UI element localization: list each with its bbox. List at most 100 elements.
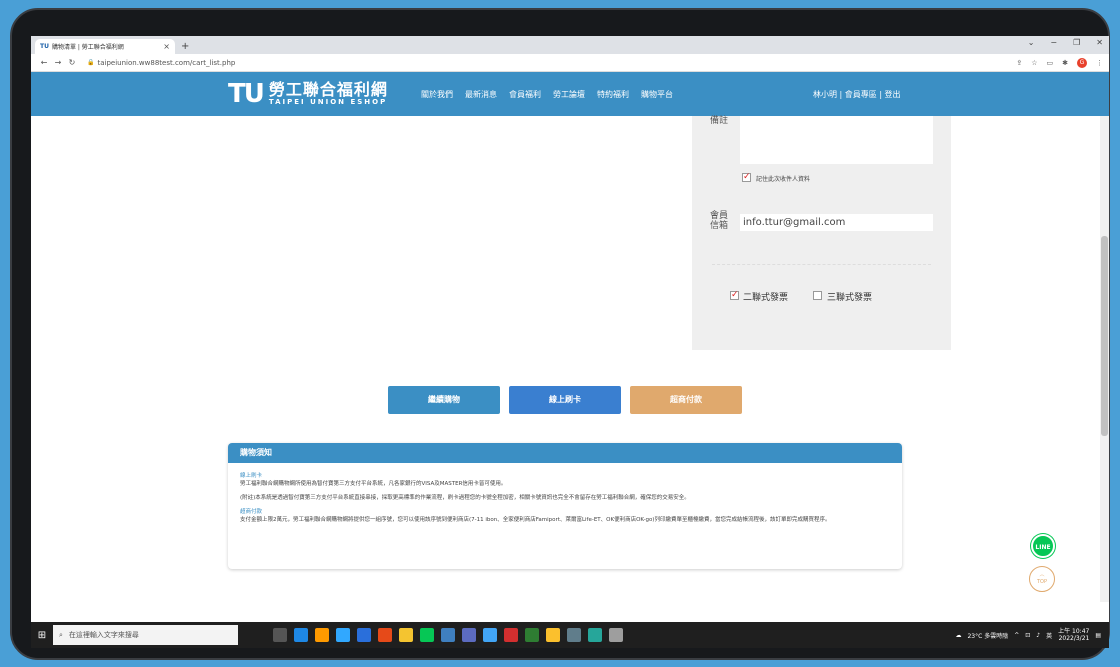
logo-mark: TU bbox=[228, 79, 265, 109]
store-payment-button[interactable]: 超商付款 bbox=[630, 386, 742, 414]
back-icon[interactable]: ← bbox=[37, 58, 51, 67]
clock-date: 2022/3/21 bbox=[1058, 635, 1090, 642]
window-controls: ⌄ − ❐ ✕ bbox=[1028, 38, 1103, 47]
email-label: 會員信箱 bbox=[710, 211, 729, 231]
restore-icon[interactable]: ❐ bbox=[1073, 38, 1080, 47]
calculator-icon[interactable] bbox=[567, 628, 581, 642]
remark-label: 備註 bbox=[710, 116, 729, 126]
close-window-icon[interactable]: ✕ bbox=[1096, 38, 1103, 47]
line-app-icon[interactable] bbox=[420, 628, 434, 642]
nav-forum[interactable]: 勞工論壇 bbox=[553, 89, 585, 100]
page-content: 備註 ✓ 記住此次收件人資料 會員信箱 info.ttur@gmail.com … bbox=[31, 116, 1109, 602]
checkout-form-panel: 備註 ✓ 記住此次收件人資料 會員信箱 info.ttur@gmail.com … bbox=[692, 116, 951, 350]
online-card-button[interactable]: 線上刷卡 bbox=[509, 386, 621, 414]
notice-body: 線上刷卡 勞工福利聯合網購物網所使用為智付寶第三方支付平台系統，凡各家銀行的VI… bbox=[228, 463, 902, 535]
photoshop-icon[interactable] bbox=[336, 628, 350, 642]
taskbar-clock[interactable]: 上午 10:47 2022/3/21 bbox=[1058, 628, 1089, 642]
page-scrollbar[interactable] bbox=[1100, 116, 1109, 602]
browser-addressbar: ← → ↻ 🔒 taipeiunion.ww88test.com/cart_li… bbox=[31, 54, 1109, 72]
notice-title: 購物須知 bbox=[228, 443, 902, 463]
nav-about[interactable]: 關於我們 bbox=[421, 89, 453, 100]
taskbar-apps bbox=[273, 628, 623, 642]
forward-icon[interactable]: → bbox=[51, 58, 65, 67]
tray-chevron-icon[interactable]: ^ bbox=[1014, 632, 1019, 639]
screen: TU 購物清單 | 勞工聯合福利網 × + ⌄ − ❐ ✕ ← → ↻ 🔒 ta… bbox=[31, 36, 1109, 648]
browser-tab[interactable]: TU 購物清單 | 勞工聯合福利網 × bbox=[35, 39, 175, 54]
sticky-notes-icon[interactable] bbox=[546, 628, 560, 642]
windows-start-icon[interactable]: ⊞ bbox=[31, 630, 53, 641]
new-tab-button[interactable]: + bbox=[181, 39, 189, 54]
email-field[interactable]: info.ttur@gmail.com bbox=[740, 214, 933, 231]
nav-news[interactable]: 最新消息 bbox=[465, 89, 497, 100]
logo-english: TAIPEI UNION ESHOP bbox=[268, 97, 388, 106]
tab-title: 購物清單 | 勞工聯合福利網 bbox=[51, 44, 124, 51]
task-view-icon[interactable] bbox=[273, 628, 287, 642]
puzzle-icon[interactable]: ✱ bbox=[1062, 59, 1068, 67]
notice-card-text2: (附註)本系統是透過智付寶第三方支付平台系統直接串接，採取更高標準的作業流程，刷… bbox=[240, 495, 690, 501]
invoice-three-checkbox[interactable]: ✓ bbox=[813, 291, 822, 300]
logo-chinese: 勞工聯合福利網 bbox=[268, 79, 388, 99]
url-field[interactable]: 🔒 taipeiunion.ww88test.com/cart_list.php bbox=[87, 59, 235, 67]
nav-member-benefits[interactable]: 會員福利 bbox=[509, 89, 541, 100]
app-icon-17[interactable] bbox=[609, 628, 623, 642]
search-icon: ⌕ bbox=[59, 630, 63, 639]
notice-store-heading: 超商付款 bbox=[240, 509, 263, 515]
weather-icon[interactable]: ☁ bbox=[955, 632, 961, 639]
top-label: TOP bbox=[1036, 579, 1047, 585]
weather-text[interactable]: 23°C 多雲時陰 bbox=[967, 631, 1008, 640]
app-icon-16[interactable] bbox=[588, 628, 602, 642]
invoice-two-checkbox[interactable]: ✓ bbox=[730, 291, 739, 300]
url-text: taipeiunion.ww88test.com/cart_list.php bbox=[97, 58, 236, 67]
taskbar-search-placeholder: 在這裡輸入文字來搜尋 bbox=[68, 631, 139, 639]
user-nav[interactable]: 林小明 | 會員專區 | 登出 bbox=[813, 89, 901, 100]
remark-textarea[interactable] bbox=[740, 116, 933, 164]
app-icon-12[interactable] bbox=[504, 628, 518, 642]
windows-taskbar: ⊞ ⌕ 在這裡輸入文字來搜尋 ☁ 23°C 多雲時陰 ^ ⊡ ♪ 英 上午 10… bbox=[31, 622, 1109, 648]
tab-search-icon[interactable]: ⌄ bbox=[1028, 38, 1035, 47]
app-icon-9[interactable] bbox=[441, 628, 455, 642]
profile-avatar[interactable]: G bbox=[1077, 57, 1087, 68]
site-logo[interactable]: TU 勞工聯合福利網 TAIPEI UNION ESHOP bbox=[228, 79, 388, 109]
remember-label: 記住此次收件人資料 bbox=[756, 176, 811, 183]
nav-shopping[interactable]: 購物平台 bbox=[641, 89, 673, 100]
bookmark-star-icon[interactable]: ☆ bbox=[1031, 59, 1037, 67]
extension-icon[interactable]: ▭ bbox=[1047, 59, 1054, 67]
system-tray: ☁ 23°C 多雲時陰 ^ ⊡ ♪ 英 上午 10:47 2022/3/21 ▤ bbox=[955, 628, 1109, 642]
form-divider bbox=[712, 264, 931, 265]
edge-icon[interactable] bbox=[294, 628, 308, 642]
taskbar-search[interactable]: ⌕ 在這裡輸入文字來搜尋 bbox=[53, 625, 238, 645]
scrollbar-thumb[interactable] bbox=[1101, 236, 1108, 436]
volume-icon[interactable]: ♪ bbox=[1036, 632, 1040, 639]
notice-store-text: 支付金額上限2萬元，勞工福利聯合網購物網將提供您一組序號，您可以使用該序號到便利… bbox=[240, 517, 831, 523]
clock-time: 上午 10:47 bbox=[1058, 628, 1090, 635]
shopping-notice: 購物須知 線上刷卡 勞工福利聯合網購物網所使用為智付寶第三方支付平台系統，凡各家… bbox=[228, 443, 902, 569]
app-icon-10[interactable] bbox=[462, 628, 476, 642]
continue-shopping-button[interactable]: 繼續購物 bbox=[388, 386, 500, 414]
chrome-icon[interactable] bbox=[378, 628, 392, 642]
ime-indicator[interactable]: 英 bbox=[1046, 631, 1052, 640]
network-icon[interactable]: ⊡ bbox=[1025, 632, 1030, 639]
tab-close-icon[interactable]: × bbox=[163, 42, 170, 51]
site-favicon-icon: TU bbox=[40, 43, 49, 50]
browser-menu-icon[interactable]: ⋮ bbox=[1096, 59, 1103, 67]
remember-checkbox[interactable]: ✓ bbox=[742, 173, 751, 182]
line-chat-button[interactable]: LINE bbox=[1031, 534, 1055, 558]
main-nav: 關於我們 最新消息 會員福利 勞工論壇 特約福利 購物平台 bbox=[421, 89, 673, 100]
notice-card-text1: 勞工福利聯合網購物網所使用為智付寶第三方支付平台系統，凡各家銀行的VISA及MA… bbox=[240, 481, 507, 487]
app-icon-11[interactable] bbox=[483, 628, 497, 642]
browser-toolbar-icons: ⇪ ☆ ▭ ✱ G ⋮ bbox=[1016, 57, 1103, 68]
share-icon[interactable]: ⇪ bbox=[1016, 59, 1022, 67]
minimize-icon[interactable]: − bbox=[1050, 38, 1057, 47]
notice-card-heading: 線上刷卡 bbox=[240, 473, 263, 479]
illustrator-icon[interactable] bbox=[315, 628, 329, 642]
back-to-top-button[interactable]: ︿ TOP bbox=[1029, 566, 1055, 592]
notification-icon[interactable]: ▤ bbox=[1095, 632, 1101, 639]
reload-icon[interactable]: ↻ bbox=[65, 58, 79, 67]
site-header: TU 勞工聯合福利網 TAIPEI UNION ESHOP 關於我們 最新消息 … bbox=[31, 72, 1109, 116]
nav-partner-benefits[interactable]: 特約福利 bbox=[597, 89, 629, 100]
ie-icon[interactable] bbox=[357, 628, 371, 642]
browser-tabbar: TU 購物清單 | 勞工聯合福利網 × + ⌄ − ❐ ✕ bbox=[31, 36, 1109, 54]
excel-icon[interactable] bbox=[525, 628, 539, 642]
lock-icon: 🔒 bbox=[87, 59, 95, 66]
file-explorer-icon[interactable] bbox=[399, 628, 413, 642]
